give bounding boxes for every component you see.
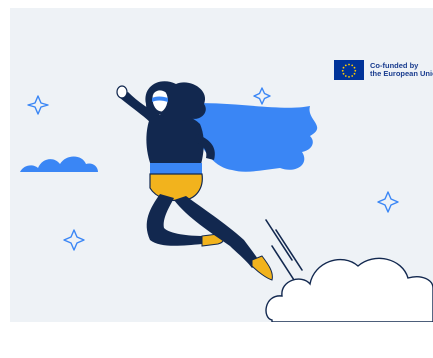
small-cloud [20,156,98,172]
sparkle-star [253,87,271,105]
eu-flag-icon [334,60,364,80]
large-cloud [265,257,433,322]
hero-leg-front [174,196,260,268]
hero-belt [150,163,202,174]
sparkle-star [377,191,399,213]
hero-shorts [149,173,203,202]
hero-fist [116,85,128,99]
eu-text-line2: the European Union [370,69,433,78]
hero-cape [186,103,318,172]
eu-cofunded-text: Co-funded by the European Union [370,62,433,78]
superhero-illustration [20,81,433,322]
sparkle-star [27,95,49,115]
hero-boot-front [251,255,273,281]
eu-cofunded-logo: Co-funded by the European Union [334,60,433,80]
sparkle-star [63,229,85,251]
hero-banner: Co-funded by the European Union [10,8,433,322]
